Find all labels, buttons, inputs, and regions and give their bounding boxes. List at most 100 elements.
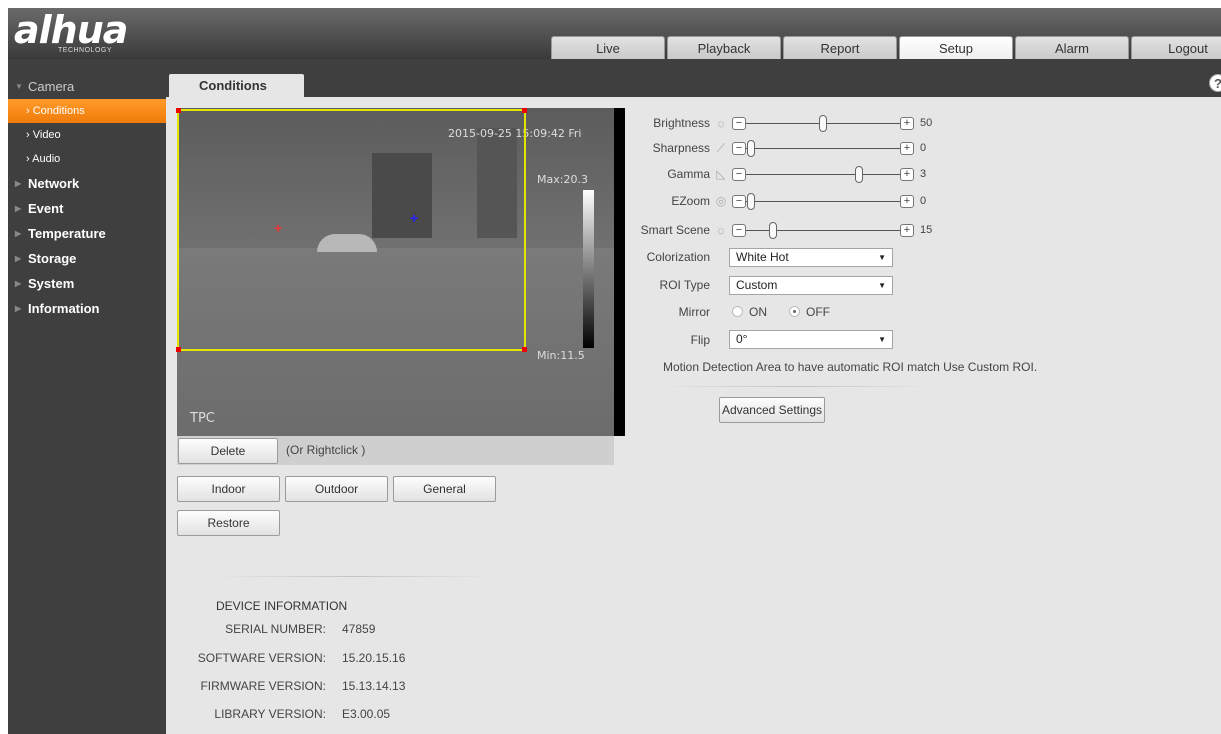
sidebar-section-information[interactable]: ▶ Information xyxy=(8,296,166,321)
sidebar-item-label: Video xyxy=(32,129,61,141)
motion-detection-note: Motion Detection Area to have automatic … xyxy=(663,360,1038,374)
slider-thumb[interactable] xyxy=(768,222,777,239)
nav-tab-logout[interactable]: Logout xyxy=(1131,36,1221,60)
mirror-on-radio[interactable] xyxy=(732,306,743,317)
roi-corner-handle[interactable] xyxy=(176,108,181,113)
smart-scene-value: 15 xyxy=(920,224,933,236)
collapsed-triangle-icon: ▶ xyxy=(15,229,22,238)
main-nav-tabs: Live Playback Report Setup Alarm Logout xyxy=(551,36,1221,60)
roi-type-selected-value: Custom xyxy=(736,278,778,292)
video-edge-bar xyxy=(614,108,625,436)
expanded-triangle-icon: ▼ xyxy=(15,82,23,91)
gamma-label: Gamma xyxy=(667,167,710,181)
slider-thumb[interactable] xyxy=(855,166,863,183)
gamma-slider[interactable]: ◺ − + 3 xyxy=(714,166,944,183)
sidebar-section-event[interactable]: ▶ Event xyxy=(8,196,166,221)
smart-scene-increase-button[interactable]: + xyxy=(900,224,914,237)
flip-label: Flip xyxy=(690,333,710,347)
roi-type-select[interactable]: Custom ▼ xyxy=(729,276,893,295)
flip-select[interactable]: 0° ▼ xyxy=(729,330,893,349)
help-icon[interactable]: ? xyxy=(1209,74,1221,92)
roi-corner-handle[interactable] xyxy=(176,347,181,352)
colorization-select[interactable]: White Hot ▼ xyxy=(729,248,893,267)
slider-thumb[interactable] xyxy=(747,193,755,210)
roi-corner-handle[interactable] xyxy=(522,108,527,113)
sidebar-section-storage[interactable]: ▶ Storage xyxy=(8,246,166,271)
min-temperature-label: Min:11.5 xyxy=(537,349,585,362)
sidebar-section-network[interactable]: ▶ Network xyxy=(8,171,166,196)
nav-tab-setup[interactable]: Setup xyxy=(899,36,1013,60)
sidebar-section-label: Temperature xyxy=(28,226,106,241)
hot-spot-marker-icon: + xyxy=(274,220,283,236)
indoor-button[interactable]: Indoor xyxy=(177,476,280,502)
slider-thumb[interactable] xyxy=(819,115,827,132)
sharpness-decrease-button[interactable]: − xyxy=(732,142,746,155)
sharpness-label: Sharpness xyxy=(652,141,710,155)
sharpness-slider[interactable]: ⟋ − + 0 xyxy=(714,140,944,157)
roi-corner-handle[interactable] xyxy=(522,347,527,352)
roi-type-label: ROI Type xyxy=(659,278,710,292)
divider xyxy=(656,386,936,387)
collapsed-triangle-icon: ▶ xyxy=(15,204,22,213)
delete-button[interactable]: Delete xyxy=(178,438,278,464)
colorization-selected-value: White Hot xyxy=(736,250,789,264)
colorization-label: Colorization xyxy=(646,250,710,264)
sharpness-icon: ⟋ xyxy=(716,141,726,155)
sidebar-item-audio[interactable]: › Audio xyxy=(8,147,166,171)
sidebar-section-camera[interactable]: ▼ Camera xyxy=(8,74,166,99)
scene-icon: ☼ xyxy=(715,223,727,237)
sidebar-item-conditions[interactable]: › Conditions xyxy=(8,99,166,123)
sidebar-section-label: Storage xyxy=(28,251,77,266)
serial-number-value: 47859 xyxy=(342,622,376,636)
roi-region-box[interactable] xyxy=(176,108,527,352)
nav-tab-live[interactable]: Live xyxy=(551,36,665,60)
smart-scene-slider[interactable]: ☼ − + 15 xyxy=(714,222,944,239)
mirror-off-label: OFF xyxy=(806,305,830,319)
brightness-increase-button[interactable]: + xyxy=(900,117,914,130)
brightness-value: 50 xyxy=(920,117,933,129)
sharpness-value: 0 xyxy=(920,142,927,154)
gamma-decrease-button[interactable]: − xyxy=(732,168,746,181)
gamma-increase-button[interactable]: + xyxy=(900,168,914,181)
temperature-color-scale xyxy=(583,190,594,348)
sidebar: ▼ Camera › Conditions › Video › Audio ▶ N… xyxy=(8,74,166,734)
ezoom-slider[interactable]: ◎ − + 0 xyxy=(714,193,944,210)
brightness-decrease-button[interactable]: − xyxy=(732,117,746,130)
general-button[interactable]: General xyxy=(393,476,496,502)
library-version-value: E3.00.05 xyxy=(342,707,391,721)
nav-tab-report[interactable]: Report xyxy=(783,36,897,60)
slider-thumb[interactable] xyxy=(747,140,755,157)
brand-logo: alhua xyxy=(14,8,128,52)
cold-spot-marker-icon: + xyxy=(410,210,419,226)
slider-track xyxy=(746,174,900,175)
sidebar-item-label: Audio xyxy=(32,153,61,165)
smart-scene-decrease-button[interactable]: − xyxy=(732,224,746,237)
brightness-slider[interactable]: ☼ − + 50 xyxy=(714,115,944,132)
outdoor-button[interactable]: Outdoor xyxy=(285,476,388,502)
advanced-settings-button[interactable]: Advanced Settings xyxy=(719,397,825,423)
ezoom-increase-button[interactable]: + xyxy=(900,195,914,208)
sidebar-section-label: Event xyxy=(28,201,64,216)
gamma-value: 3 xyxy=(920,168,927,180)
sidebar-section-label: Information xyxy=(28,301,100,316)
sidebar-section-system[interactable]: ▶ System xyxy=(8,271,166,296)
sidebar-top xyxy=(8,59,166,74)
ezoom-label: EZoom xyxy=(671,194,710,208)
sharpness-increase-button[interactable]: + xyxy=(900,142,914,155)
ezoom-decrease-button[interactable]: − xyxy=(732,195,746,208)
nav-tab-playback[interactable]: Playback xyxy=(667,36,781,60)
mirror-off-radio[interactable] xyxy=(789,306,800,317)
tab-conditions[interactable]: Conditions xyxy=(169,74,304,97)
nav-tab-alarm[interactable]: Alarm xyxy=(1015,36,1129,60)
gamma-icon: ◺ xyxy=(716,167,726,181)
slider-track xyxy=(746,201,900,202)
sidebar-section-label: Network xyxy=(28,176,80,191)
sidebar-section-temperature[interactable]: ▶ Temperature xyxy=(8,221,166,246)
restore-button[interactable]: Restore xyxy=(177,510,280,536)
brightness-label: Brightness xyxy=(653,116,710,130)
zoom-icon: ◎ xyxy=(715,194,727,208)
sidebar-item-video[interactable]: › Video xyxy=(8,123,166,147)
max-temperature-label: Max:20.3 xyxy=(537,173,588,186)
collapsed-triangle-icon: ▶ xyxy=(15,179,22,188)
dropdown-arrow-icon: ▼ xyxy=(878,253,886,262)
